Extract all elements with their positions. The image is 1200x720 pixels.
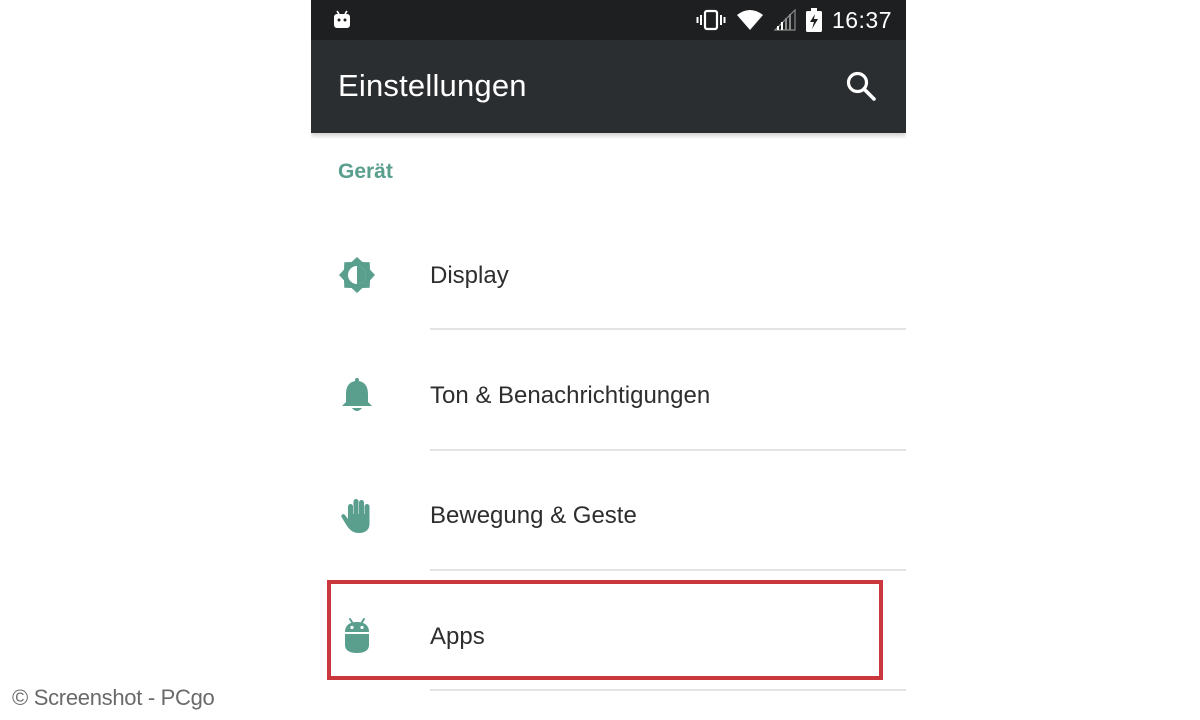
settings-item-label: Apps xyxy=(430,623,485,650)
watermark: © Screenshot - PCgo xyxy=(12,685,215,710)
android-icon xyxy=(337,616,377,656)
settings-item-sound-notifications[interactable]: Ton & Benachrichtigungen xyxy=(311,331,906,451)
status-bar: 16:37 xyxy=(311,0,906,40)
vibrate-icon xyxy=(696,9,726,31)
status-icons: 16:37 xyxy=(696,0,892,40)
section-header-device: Gerät xyxy=(338,160,393,183)
search-button[interactable] xyxy=(841,66,881,106)
settings-item-label: Bewegung & Geste xyxy=(430,502,637,529)
divider xyxy=(430,689,906,691)
divider xyxy=(430,569,906,571)
settings-item-motion-gesture[interactable]: Bewegung & Geste xyxy=(311,451,906,571)
wifi-icon xyxy=(736,9,764,31)
cell-signal-icon xyxy=(773,9,796,31)
settings-screen: 16:37 Einstellungen Gerät Display Ton & … xyxy=(311,0,906,720)
page-title: Einstellungen xyxy=(338,68,527,103)
settings-item-apps[interactable]: Apps xyxy=(311,572,906,692)
bell-icon xyxy=(337,375,377,415)
settings-item-display[interactable]: Display xyxy=(311,211,906,331)
search-icon xyxy=(846,71,876,101)
hand-icon xyxy=(337,495,377,535)
settings-item-label: Display xyxy=(430,262,509,289)
brightness-icon xyxy=(337,255,377,295)
divider xyxy=(430,328,906,330)
android-notification-icon xyxy=(331,8,353,30)
settings-item-label: Ton & Benachrichtigungen xyxy=(430,382,711,409)
battery-charging-icon xyxy=(805,8,822,32)
status-clock: 16:37 xyxy=(831,6,892,33)
app-bar: Einstellungen xyxy=(311,40,906,133)
